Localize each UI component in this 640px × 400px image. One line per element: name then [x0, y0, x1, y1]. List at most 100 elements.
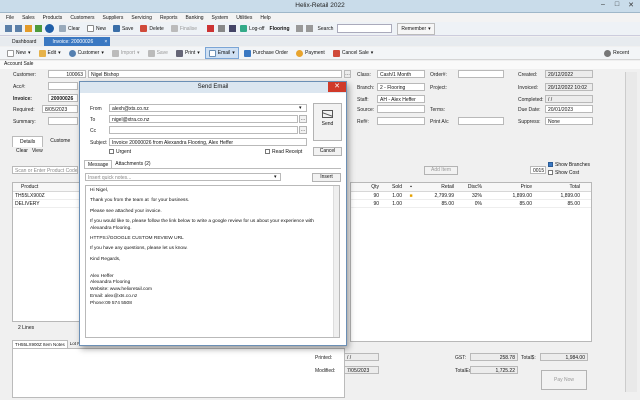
- order-field[interactable]: [458, 70, 504, 78]
- subject-input[interactable]: Invoice 20000026 from Alexandra Flooring…: [109, 138, 307, 146]
- required-date-field[interactable]: 8/05/2023: [42, 105, 78, 113]
- finalise-button[interactable]: Finalise: [168, 23, 200, 35]
- stock-flag-icon: ■: [409, 192, 413, 199]
- staff-field[interactable]: AH - Alex Heffer: [377, 95, 425, 103]
- recent-button[interactable]: Recent: [601, 47, 632, 59]
- total-cell: 85.00: [567, 200, 580, 207]
- tab-details[interactable]: Details: [12, 136, 44, 147]
- chevron-down-icon[interactable]: ▾: [274, 174, 277, 180]
- invoice-number-field[interactable]: 20000026: [48, 94, 78, 102]
- back-icon[interactable]: [5, 25, 12, 32]
- to-lookup-button[interactable]: …: [299, 115, 307, 123]
- customer-lookup-button[interactable]: …: [344, 70, 351, 78]
- branch-field[interactable]: 2 - Flooring: [377, 83, 425, 91]
- scan-product-input[interactable]: Scan or Enter Product Code: [12, 166, 78, 174]
- insert-button[interactable]: Insert: [312, 173, 341, 182]
- alert-icon[interactable]: [207, 25, 215, 32]
- menu-file[interactable]: File: [6, 15, 14, 21]
- source-field[interactable]: [377, 105, 425, 113]
- menu-system[interactable]: System: [212, 15, 229, 21]
- print-button[interactable]: Print ▾: [173, 47, 203, 59]
- to-input[interactable]: nigel@xtra.co.nz: [109, 115, 298, 123]
- lock-icon[interactable]: [218, 25, 226, 32]
- menu-banking[interactable]: Banking: [185, 15, 203, 21]
- page-scrollbar[interactable]: [625, 72, 637, 392]
- purchase-order-button[interactable]: Purchase Order: [241, 47, 291, 59]
- add-item-button[interactable]: Add Item: [424, 166, 458, 175]
- invoice-save-button[interactable]: Save: [145, 47, 171, 59]
- menu-sales[interactable]: Sales: [22, 15, 35, 21]
- sold-cell: 1.00: [392, 200, 402, 207]
- menu-products[interactable]: Products: [43, 15, 63, 21]
- import-button[interactable]: Import ▾: [109, 47, 143, 59]
- calendar-icon[interactable]: [305, 25, 313, 32]
- chevron-down-icon[interactable]: ▾: [299, 105, 302, 111]
- show-branches-toggle[interactable]: Show Branches: [548, 162, 590, 168]
- table-row[interactable]: 90 1.00 ■ 2,799.99 32% 1,899.00 1,899.00: [351, 192, 591, 200]
- pay-now-button[interactable]: Pay Now: [541, 370, 587, 390]
- edit-button[interactable]: Edit ▾: [36, 47, 64, 59]
- user-icon[interactable]: [229, 25, 237, 32]
- search-input[interactable]: [337, 24, 393, 33]
- globe-icon[interactable]: [45, 24, 54, 33]
- checkbox-icon: [548, 162, 553, 168]
- email-button[interactable]: Email ▾: [204, 47, 239, 59]
- class-field[interactable]: Cash/1 Month: [377, 70, 425, 78]
- minimize-icon[interactable]: –: [596, 1, 610, 8]
- detail-clear-button[interactable]: Clear: [16, 148, 28, 154]
- dialog-close-icon[interactable]: ✕: [328, 82, 346, 92]
- menu-help[interactable]: Help: [260, 15, 270, 21]
- menu-utilities[interactable]: Utilities: [236, 15, 252, 21]
- tab-invoice[interactable]: Invoice: 20000026: [44, 37, 102, 46]
- remember-button[interactable]: Remember ▾: [397, 22, 435, 35]
- to-label: To: [90, 117, 96, 123]
- close-tab-icon[interactable]: ×: [101, 37, 111, 46]
- new-button[interactable]: New: [84, 23, 109, 35]
- payment-button[interactable]: Payment: [293, 47, 328, 59]
- delete-button[interactable]: Delete: [137, 23, 166, 35]
- menu-customers[interactable]: Customers: [70, 15, 94, 21]
- customer-button[interactable]: Customer ▾: [66, 47, 107, 59]
- from-select[interactable]: alexh@xts.co.nz: [109, 104, 307, 112]
- message-body[interactable]: Hi Nigel, Thank you from the team at for…: [85, 185, 340, 338]
- menu-servicing[interactable]: Servicing: [131, 15, 152, 21]
- new-invoice-button[interactable]: New ▾: [4, 47, 34, 59]
- read-receipt-checkbox[interactable]: Read Receipt: [265, 149, 302, 155]
- menu-reports[interactable]: Reports: [160, 15, 178, 21]
- notes-icon[interactable]: [295, 25, 303, 32]
- suppress-field[interactable]: None: [545, 117, 593, 125]
- menu-suppliers[interactable]: Suppliers: [103, 15, 124, 21]
- quantity-box[interactable]: 0015: [530, 166, 546, 174]
- quick-notes-select[interactable]: Insert quick notes...: [85, 173, 281, 181]
- show-cost-toggle[interactable]: Show Cost: [548, 170, 579, 176]
- save-button[interactable]: Save: [110, 23, 136, 35]
- tab-custom[interactable]: Custome: [43, 136, 77, 147]
- urgent-checkbox[interactable]: Urgent: [109, 149, 131, 155]
- close-icon[interactable]: ✕: [624, 1, 638, 9]
- due-date-field[interactable]: 20/01/2023: [545, 105, 593, 113]
- ref-field[interactable]: [377, 117, 425, 125]
- cc-input[interactable]: [109, 126, 298, 134]
- cancel-sale-button[interactable]: Cancel Sale ▾: [330, 47, 376, 59]
- send-button[interactable]: Send: [313, 103, 342, 141]
- forward-icon[interactable]: [15, 25, 22, 32]
- maximize-icon[interactable]: □: [610, 1, 624, 8]
- tab-dashboard[interactable]: Dashboard: [4, 37, 44, 46]
- detail-view-button[interactable]: View: [32, 148, 43, 154]
- cc-lookup-button[interactable]: …: [299, 126, 307, 134]
- cancel-button[interactable]: Cancel: [313, 147, 342, 156]
- summary-field[interactable]: [48, 117, 78, 125]
- refresh-icon[interactable]: [35, 25, 42, 32]
- message-line: Thank you from the team at for your busi…: [90, 198, 190, 204]
- home-icon[interactable]: [25, 25, 32, 32]
- clear-button[interactable]: Clear: [56, 23, 83, 35]
- acc-field[interactable]: [48, 82, 78, 90]
- customer-name-field[interactable]: Nigel Bishop: [88, 70, 342, 78]
- ref-label: Ref#:: [357, 119, 369, 125]
- table-row[interactable]: 90 1.00 85.00 0% 85.00 85.00: [351, 200, 591, 208]
- logoff-button[interactable]: Log-off: [237, 23, 267, 35]
- customer-code-field[interactable]: 100063: [48, 70, 86, 78]
- message-scrollbar[interactable]: [333, 186, 339, 337]
- print-ac-field[interactable]: [458, 117, 504, 125]
- item-notes-area[interactable]: [12, 348, 345, 398]
